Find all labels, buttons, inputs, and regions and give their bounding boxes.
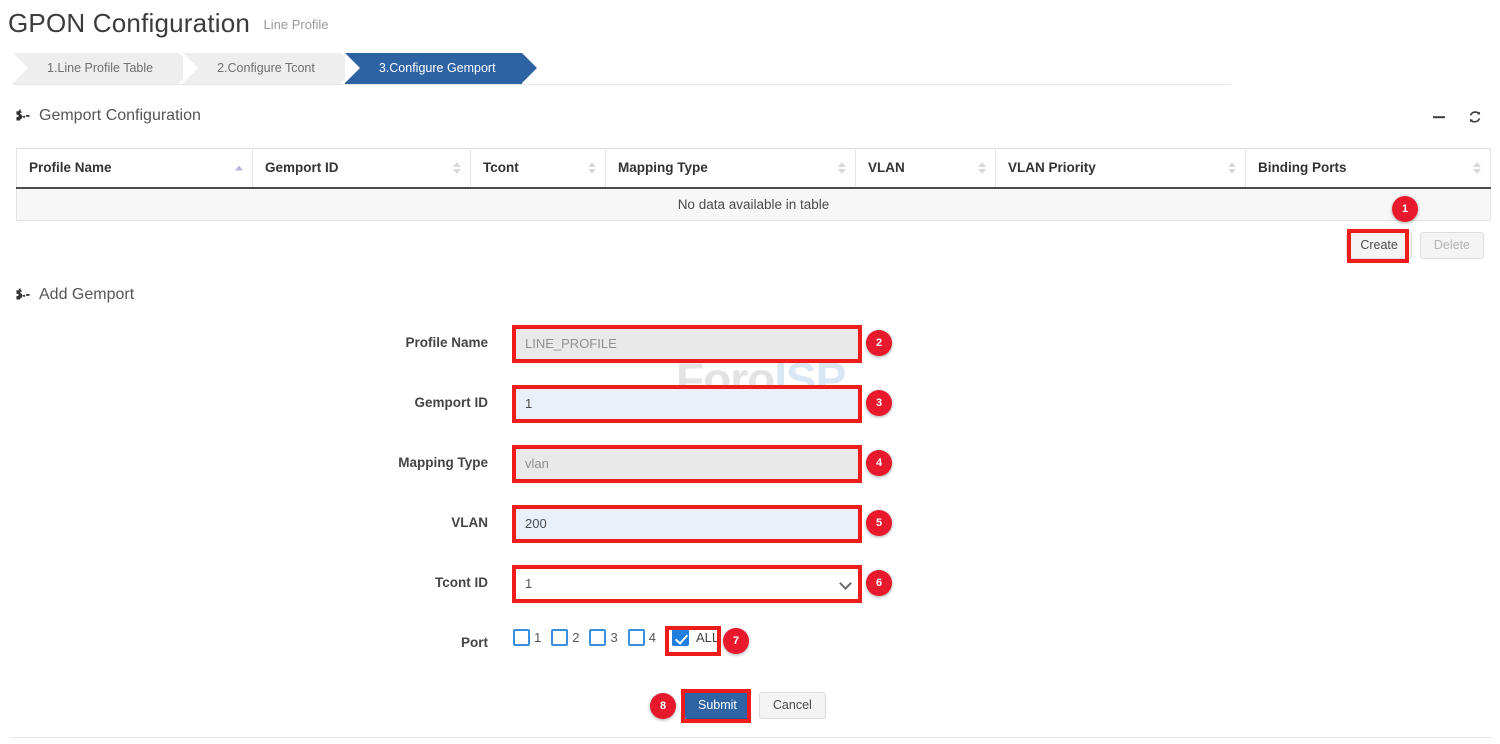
label-tcont-id: Tcont ID <box>288 565 488 601</box>
annotation-badge-5: 5 <box>866 510 892 536</box>
minimize-icon[interactable] <box>1430 108 1448 126</box>
port-checkbox-3-wrap[interactable]: 3 <box>589 629 623 646</box>
column-header-profile-name[interactable]: Profile Name <box>17 149 253 188</box>
cancel-button[interactable]: Cancel <box>759 692 826 719</box>
column-label: Binding Ports <box>1258 160 1347 175</box>
port-checkbox-group: 1 2 3 4 ALL <box>513 629 727 646</box>
annotation-badge-3: 3 <box>866 390 892 416</box>
annotation-badge-4: 4 <box>866 450 892 476</box>
column-label: VLAN <box>868 160 905 175</box>
wizard-step-3-label: 3.Configure Gemport <box>379 61 496 75</box>
column-label: Profile Name <box>29 160 112 175</box>
column-label: Tcont <box>483 160 519 175</box>
gemport-table: Profile Name Gemport ID Tcont Mapping Ty… <box>16 148 1490 221</box>
form-row-profile-name: Profile Name <box>0 325 1500 385</box>
port-checkbox-all-label: ALL <box>696 630 719 645</box>
gemport-id-input[interactable] <box>513 385 861 421</box>
add-gemport-title: Add Gemport <box>39 286 134 304</box>
table-header-row: Profile Name Gemport ID Tcont Mapping Ty… <box>17 149 1491 188</box>
wizard-step-2[interactable]: 2.Configure Tcont <box>183 53 341 84</box>
panel-tools <box>1430 108 1484 126</box>
puzzle-icon <box>14 287 31 304</box>
annotation-badge-1: 1 <box>1392 196 1418 222</box>
sort-indicator <box>1473 162 1481 174</box>
add-gemport-header: Add Gemport <box>14 286 134 304</box>
page-title: GPON Configuration <box>8 8 250 39</box>
port-checkbox-2-label: 2 <box>572 630 579 645</box>
form-row-mapping-type: Mapping Type <box>0 445 1500 505</box>
form-row-vlan: VLAN <box>0 505 1500 565</box>
wizard-divider <box>13 84 1231 85</box>
annotation-badge-2: 2 <box>866 330 892 356</box>
port-checkbox-all[interactable] <box>672 629 689 646</box>
annotation-badge-6: 6 <box>866 570 892 596</box>
column-header-vlan-priority[interactable]: VLAN Priority <box>996 149 1246 188</box>
column-header-binding-ports[interactable]: Binding Ports <box>1246 149 1491 188</box>
form-row-tcont-id: Tcont ID 1 <box>0 565 1500 625</box>
footer-divider <box>10 737 1492 738</box>
port-checkbox-1-label: 1 <box>534 630 541 645</box>
mapping-type-input[interactable] <box>513 445 861 481</box>
label-vlan: VLAN <box>288 505 488 541</box>
port-checkbox-2-wrap[interactable]: 2 <box>551 629 585 646</box>
form-row-port: Port 1 2 3 4 <box>0 625 1500 685</box>
add-gemport-form: Profile Name Gemport ID Mapping Type VLA… <box>0 325 1500 685</box>
table-action-bar: Create Delete <box>1346 232 1484 259</box>
wizard-step-1[interactable]: 1.Line Profile Table <box>13 53 179 84</box>
vlan-input[interactable] <box>513 505 861 541</box>
sort-indicator <box>453 162 461 174</box>
refresh-icon[interactable] <box>1466 108 1484 126</box>
wizard-steps: 1.Line Profile Table 2.Configure Tcont 3… <box>13 53 526 84</box>
annotation-badge-7: 7 <box>723 628 749 654</box>
column-header-vlan[interactable]: VLAN <box>856 149 996 188</box>
column-label: VLAN Priority <box>1008 160 1096 175</box>
port-checkbox-4[interactable] <box>628 629 645 646</box>
column-header-gemport-id[interactable]: Gemport ID <box>253 149 471 188</box>
port-checkbox-3[interactable] <box>589 629 606 646</box>
port-checkbox-2[interactable] <box>551 629 568 646</box>
label-port: Port <box>288 625 488 661</box>
annotation-badge-8: 8 <box>650 693 676 719</box>
wizard-step-3[interactable]: 3.Configure Gemport <box>345 53 522 84</box>
form-row-gemport-id: Gemport ID <box>0 385 1500 445</box>
column-label: Gemport ID <box>265 160 339 175</box>
sort-indicator <box>838 162 846 174</box>
port-checkbox-4-wrap[interactable]: 4 <box>628 629 662 646</box>
label-profile-name: Profile Name <box>288 325 488 361</box>
sort-indicator <box>1228 162 1236 174</box>
sort-indicator <box>588 162 596 174</box>
sort-indicator <box>978 162 986 174</box>
port-checkbox-all-wrap[interactable]: ALL <box>672 629 723 646</box>
port-checkbox-4-label: 4 <box>649 630 656 645</box>
page-subtitle: Line Profile <box>264 17 329 32</box>
table-empty-message: No data available in table <box>17 188 1491 221</box>
puzzle-icon <box>14 108 31 125</box>
port-checkbox-1-wrap[interactable]: 1 <box>513 629 547 646</box>
panel-title: Gemport Configuration <box>39 107 201 125</box>
profile-name-input[interactable] <box>513 325 861 361</box>
page-header: GPON Configuration Line Profile <box>8 8 329 39</box>
label-gemport-id: Gemport ID <box>288 385 488 421</box>
wizard-step-2-label: 2.Configure Tcont <box>217 61 315 75</box>
tcont-id-select[interactable]: 1 <box>513 565 861 601</box>
port-checkbox-1[interactable] <box>513 629 530 646</box>
delete-button[interactable]: Delete <box>1420 232 1484 259</box>
wizard-step-1-label: 1.Line Profile Table <box>47 61 153 75</box>
table-empty-row: No data available in table <box>17 188 1491 221</box>
column-label: Mapping Type <box>618 160 708 175</box>
create-button[interactable]: Create <box>1346 232 1412 259</box>
column-header-mapping-type[interactable]: Mapping Type <box>606 149 856 188</box>
panel-header: Gemport Configuration <box>14 107 201 125</box>
sort-indicator-asc <box>235 165 243 170</box>
label-mapping-type: Mapping Type <box>288 445 488 481</box>
submit-button[interactable]: Submit <box>684 692 751 719</box>
port-checkbox-3-label: 3 <box>610 630 617 645</box>
column-header-tcont[interactable]: Tcont <box>471 149 606 188</box>
